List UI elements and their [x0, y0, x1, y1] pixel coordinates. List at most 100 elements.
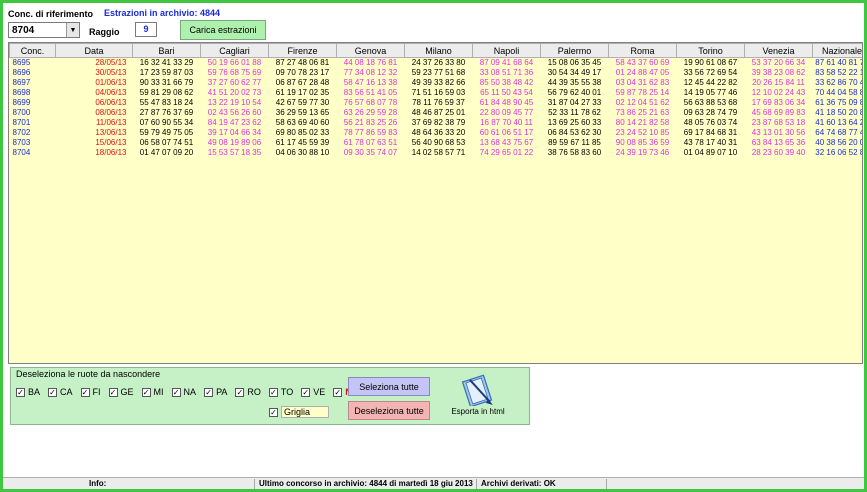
- checkbox-label: FI: [92, 387, 101, 397]
- deseleziona-tutte-button[interactable]: Deseleziona tutte: [348, 401, 430, 420]
- ruote-filter-panel: Deseleziona le ruote da nascondere ✓ BA ✓ C…: [10, 367, 530, 425]
- column-header[interactable]: Bari: [132, 43, 201, 58]
- table-cell: 60 61 06 51 17: [479, 128, 534, 137]
- table-cell: 58 47 16 13 38: [343, 78, 398, 87]
- column-header[interactable]: Conc.: [9, 43, 56, 58]
- table-cell: 56 40 90 68 53: [411, 138, 466, 147]
- table-cell: 20 26 15 84 11: [752, 78, 805, 87]
- table-cell: 59 87 78 25 14: [615, 88, 670, 97]
- table-cell: 33 56 72 69 54: [683, 68, 738, 77]
- esporta-html-button[interactable]: Esporta in html: [443, 374, 513, 424]
- wheel-toggle-fi[interactable]: ✓ FI: [80, 387, 101, 397]
- checkbox-label: PA: [216, 387, 228, 397]
- table-cell: 14 19 05 77 46: [683, 88, 738, 97]
- table-cell: 15 53 57 18 35: [207, 148, 262, 157]
- table-row[interactable]: 8703 15/06/13 06 58 07 74 51 49 08 19 89 06…: [10, 138, 863, 148]
- table-cell: 02 12 04 51 62: [615, 98, 670, 107]
- column-header[interactable]: Roma: [608, 43, 677, 58]
- table-cell: 78 11 76 59 37: [412, 98, 465, 107]
- table-cell: 06 58 07 74 51: [139, 138, 194, 147]
- wheel-toggle-ba[interactable]: ✓ BA: [16, 387, 40, 397]
- table-row[interactable]: 8696 30/05/13 17 23 59 87 03 59 76 68 75 69…: [10, 68, 863, 78]
- table-cell: 74 29 65 01 22: [479, 148, 534, 157]
- table-cell: 09 63 28 74 79: [683, 108, 738, 117]
- column-header[interactable]: Genova: [336, 43, 405, 58]
- estrazioni-archivio-label: Estrazioni in archivio: 4844: [104, 8, 221, 18]
- checkbox-label: VE: [313, 387, 326, 397]
- table-cell: 80 14 21 82 58: [615, 118, 670, 127]
- table-cell: 8695: [12, 58, 31, 67]
- table-cell: 44 39 35 55 38: [547, 78, 602, 87]
- table-row[interactable]: 8695 28/05/13 16 32 41 33 29 50 19 66 01 88…: [10, 58, 863, 69]
- checkbox-fi[interactable]: ✓: [80, 387, 90, 397]
- table-cell: 8697: [12, 78, 31, 87]
- column-header[interactable]: Data: [55, 43, 133, 58]
- wheel-toggle-to[interactable]: ✓ TO: [268, 387, 293, 397]
- checkbox-label: MI: [153, 387, 164, 397]
- table-cell: 43 13 01 30 56: [751, 128, 806, 137]
- table-cell: 28/05/13: [95, 58, 127, 67]
- checkbox-na[interactable]: ✓: [171, 387, 181, 397]
- wheel-toggle-pa[interactable]: ✓ PA: [204, 387, 227, 397]
- table-cell: 23 24 52 10 85: [615, 128, 670, 137]
- checkbox-pa[interactable]: ✓: [204, 387, 214, 397]
- column-header[interactable]: Milano: [404, 43, 473, 58]
- table-row[interactable]: 8697 01/06/13 90 33 31 66 79 37 27 60 62 77…: [10, 78, 863, 88]
- column-header[interactable]: Firenze: [268, 43, 337, 58]
- column-header[interactable]: Napoli: [472, 43, 541, 58]
- table-cell: 06 87 67 28 48: [275, 78, 330, 87]
- carica-estrazioni-button[interactable]: Carica estrazioni: [180, 20, 266, 40]
- table-cell: 41 18 50 20 87: [815, 108, 862, 117]
- column-header[interactable]: Venezia: [744, 43, 813, 58]
- table-row[interactable]: 8700 08/06/13 27 87 76 37 69 02 43 56 26 60…: [10, 108, 863, 118]
- griglia-toggle[interactable]: ✓ Griglia: [269, 406, 330, 418]
- table-row[interactable]: 8699 06/06/13 55 47 83 18 24 13 22 19 10 54…: [10, 98, 863, 108]
- wheel-toggle-mi[interactable]: ✓ MI: [141, 387, 164, 397]
- table-cell: 28 23 60 39 40: [751, 148, 806, 157]
- raggio-input[interactable]: 9: [135, 22, 157, 37]
- html-export-icon: [461, 374, 493, 406]
- table-row[interactable]: 8701 11/06/13 07 60 90 55 34 84 19 47 23 62…: [10, 118, 863, 128]
- table-cell: 18/06/13: [95, 148, 127, 157]
- wheel-toggle-na[interactable]: ✓ NA: [171, 387, 196, 397]
- table-row[interactable]: 8698 04/06/13 59 81 29 08 62 41 51 20 02 73…: [10, 88, 863, 98]
- status-archivi-derivati: Archivi derivati: OK: [477, 479, 607, 489]
- table-cell: 43 78 17 40 31: [683, 138, 738, 147]
- wheel-toggle-ge[interactable]: ✓ GE: [108, 387, 134, 397]
- table-cell: 61 36 75 09 85: [815, 98, 862, 107]
- table-cell: 8698: [12, 88, 31, 97]
- griglia-checkbox[interactable]: ✓: [269, 407, 278, 417]
- wheel-toggle-ve[interactable]: ✓ VE: [301, 387, 325, 397]
- checkbox-ve[interactable]: ✓: [301, 387, 311, 397]
- checkbox-ca[interactable]: ✓: [48, 387, 58, 397]
- table-cell: 03 04 31 62 83: [615, 78, 670, 87]
- checkbox-ro[interactable]: ✓: [235, 387, 245, 397]
- checkbox-ge[interactable]: ✓: [108, 387, 118, 397]
- checkbox-ba[interactable]: ✓: [16, 387, 25, 397]
- checkbox-mi[interactable]: ✓: [141, 387, 151, 397]
- table-cell: 56 63 88 53 68: [683, 98, 738, 107]
- column-header[interactable]: Cagliari: [200, 43, 269, 58]
- table-header-row: Conc. Data Bari Cagliari Firenze Genova Milano…: [9, 43, 862, 58]
- wheel-toggle-ro[interactable]: ✓ RO: [235, 387, 261, 397]
- wheel-checkbox-row: ✓BA✓CA✓FI✓GE✓MI✓NA✓PA✓RO✓TO✓VE✓NAZ: [16, 387, 372, 397]
- table-cell: 12 45 44 22 82: [683, 78, 738, 87]
- table-cell: 22 80 09 45 77: [479, 108, 534, 117]
- table-cell: 17 23 59 87 03: [139, 68, 194, 77]
- chevron-down-icon[interactable]: ▼: [66, 23, 79, 37]
- checkbox-naz[interactable]: ✓: [333, 387, 343, 397]
- table-row[interactable]: 8704 18/06/13 01 47 07 09 20 15 53 57 18 35…: [10, 148, 863, 158]
- column-header[interactable]: Nazionale: [812, 43, 862, 58]
- table-cell: 37 27 60 62 77: [207, 78, 262, 87]
- table-row[interactable]: 8702 13/06/13 59 79 49 75 05 39 17 04 66 34…: [10, 128, 863, 138]
- table-cell: 48 64 36 33 20: [411, 128, 466, 137]
- checkbox-to[interactable]: ✓: [268, 387, 278, 397]
- column-header[interactable]: Palermo: [540, 43, 609, 58]
- seleziona-tutte-button[interactable]: Seleziona tutte: [348, 377, 430, 396]
- table-cell: 08/06/13: [95, 108, 127, 117]
- wheel-toggle-ca[interactable]: ✓ CA: [48, 387, 73, 397]
- estrazioni-grid[interactable]: Conc. Data Bari Cagliari Firenze Genova Milano…: [8, 42, 863, 364]
- table-cell: 87 61 40 81 72: [815, 58, 862, 67]
- column-header[interactable]: Torino: [676, 43, 745, 58]
- conc-select[interactable]: 8704 ▼: [8, 22, 80, 38]
